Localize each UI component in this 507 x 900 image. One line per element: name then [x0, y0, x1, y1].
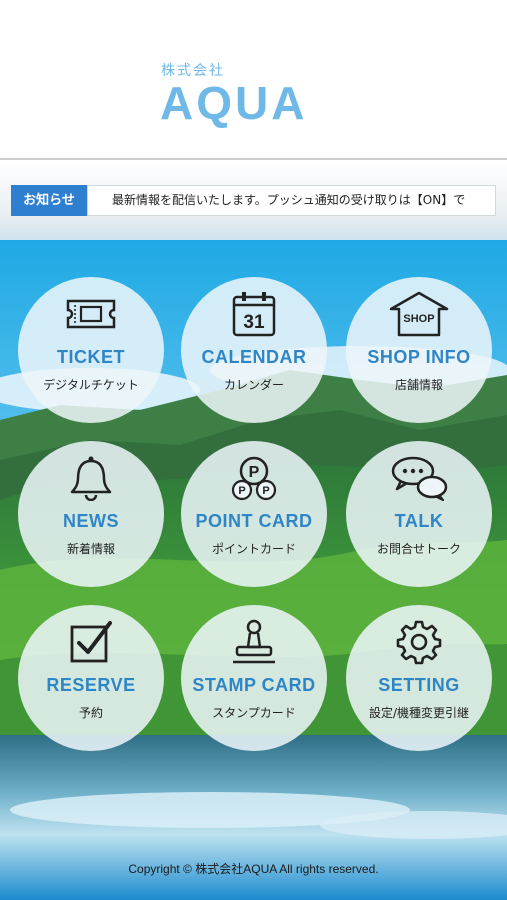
menu-title: RESERVE: [46, 675, 136, 695]
point-coin-label: P: [262, 485, 269, 497]
menu-title: POINT CARD: [195, 511, 313, 531]
shop-icon: SHOP: [389, 291, 449, 337]
point-coins-icon: P P P: [231, 456, 277, 501]
menu-subtitle: お問合せトーク: [376, 542, 461, 556]
gear-icon: [396, 620, 442, 665]
menu-subtitle: カレンダー: [223, 378, 284, 392]
menu-reserve[interactable]: RESERVE 予約: [18, 605, 164, 751]
menu-subtitle: 予約: [78, 706, 103, 720]
menu-title: TICKET: [57, 347, 125, 367]
notice-label: お知らせ: [11, 185, 87, 216]
point-coin-label: P: [238, 485, 245, 497]
logo-company-name: AQUA: [160, 77, 308, 129]
menu-title: CALENDAR: [201, 347, 307, 367]
menu-title: TALK: [394, 511, 444, 531]
menu-news[interactable]: NEWS 新着情報: [18, 441, 164, 587]
menu-title: STAMP CARD: [192, 675, 316, 695]
app-header: 株式会社 AQUA: [0, 0, 507, 160]
menu-talk[interactable]: TALK お問合せトーク: [346, 441, 492, 587]
menu-title: NEWS: [63, 511, 119, 531]
menu-subtitle: ポイントカード: [211, 542, 296, 556]
menu-point-card[interactable]: P P P POINT CARD ポイントカード: [181, 441, 327, 587]
checkbox-icon: [70, 621, 112, 663]
menu-title: SHOP INFO: [367, 347, 471, 367]
copyright-text: Copyright © 株式会社AQUA All rights reserved…: [128, 862, 379, 876]
menu-calendar[interactable]: 31 CALENDAR カレンダー: [181, 277, 327, 423]
calendar-icon: 31: [232, 292, 276, 337]
menu-stamp-card[interactable]: STAMP CARD スタンプカード: [181, 605, 327, 751]
menu-setting[interactable]: SETTING 設定/機種変更引継: [346, 605, 492, 751]
stamp-icon: [233, 619, 275, 664]
notice-text: 最新情報を配信いたします。プッシュ通知の受け取りは【ON】で: [112, 193, 466, 207]
shop-icon-label: SHOP: [403, 313, 434, 325]
menu-title: SETTING: [378, 675, 460, 695]
bell-icon: [70, 456, 112, 501]
point-coin-label: P: [249, 464, 260, 481]
chat-bubbles-icon: [391, 456, 448, 501]
ticket-icon: [66, 299, 116, 329]
notice-ticker[interactable]: 最新情報を配信いたします。プッシュ通知の受け取りは【ON】で: [87, 185, 496, 216]
menu-subtitle: 設定/機種変更引継: [368, 706, 470, 720]
menu-shop-info[interactable]: SHOP SHOP INFO 店舗情報: [346, 277, 492, 423]
menu-subtitle: 店舗情報: [394, 378, 443, 392]
menu-ticket[interactable]: TICKET デジタルチケット: [18, 277, 164, 423]
menu-subtitle: スタンプカード: [212, 706, 296, 720]
menu-subtitle: 新着情報: [66, 542, 115, 556]
calendar-icon-date: 31: [243, 312, 265, 333]
menu-subtitle: デジタルチケット: [43, 378, 139, 392]
